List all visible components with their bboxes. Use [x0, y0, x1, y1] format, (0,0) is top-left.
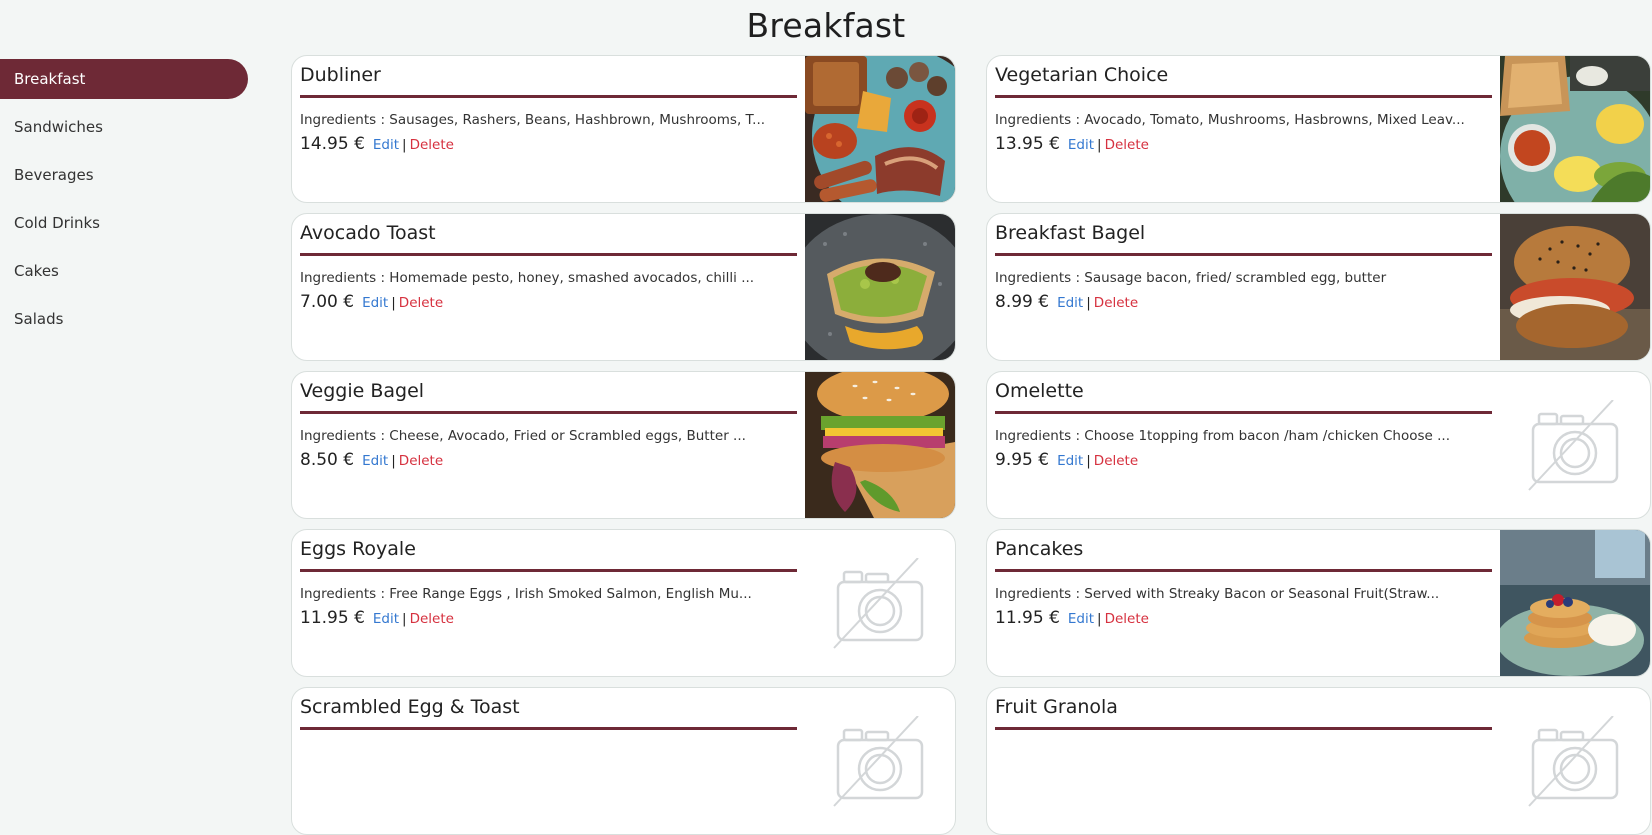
menu-item-price: 8.99 € [995, 292, 1050, 312]
action-separator: | [391, 453, 396, 469]
edit-link[interactable]: Edit [373, 137, 399, 153]
menu-item-price: 11.95 € [300, 608, 365, 628]
edit-link[interactable]: Edit [1068, 611, 1094, 627]
veggie-bagel-photo [805, 372, 955, 518]
menu-item-price: 11.95 € [995, 608, 1060, 628]
menu-item-price: 13.95 € [995, 134, 1060, 154]
no-image-icon [833, 558, 924, 649]
menu-item-card-pancakes[interactable]: Pancakes Ingredients : Served with Strea… [986, 529, 1651, 677]
menu-item-name: Eggs Royale [300, 538, 416, 560]
menu-item-price: 7.00 € [300, 292, 355, 312]
menu-item-name: Scrambled Egg & Toast [300, 696, 520, 718]
price-row: 11.95 € Edit | Delete [300, 608, 454, 628]
title-divider [300, 727, 797, 730]
edit-link[interactable]: Edit [373, 611, 399, 627]
action-separator: | [1097, 137, 1102, 153]
price-row: 11.95 € Edit | Delete [995, 608, 1149, 628]
action-separator: | [1086, 295, 1091, 311]
price-row: 8.50 € Edit | Delete [300, 450, 443, 470]
menu-item-ingredients: Ingredients : Cheese, Avocado, Fried or … [300, 428, 746, 444]
delete-link[interactable]: Delete [1094, 453, 1138, 469]
menu-item-name: Dubliner [300, 64, 381, 86]
title-divider [995, 95, 1492, 98]
menu-item-name: Avocado Toast [300, 222, 436, 244]
sidebar-item-sandwiches[interactable]: Sandwiches [0, 107, 248, 147]
menu-item-card-dubliner[interactable]: Dubliner Ingredients : Sausages, Rashers… [291, 55, 956, 203]
menu-item-ingredients: Ingredients : Free Range Eggs , Irish Sm… [300, 586, 752, 602]
price-row: 14.95 € Edit | Delete [300, 134, 454, 154]
delete-link[interactable]: Delete [1105, 611, 1149, 627]
delete-link[interactable]: Delete [410, 137, 454, 153]
menu-item-card-avocado-toast[interactable]: Avocado Toast Ingredients : Homemade pes… [291, 213, 956, 361]
edit-link[interactable]: Edit [362, 295, 388, 311]
menu-item-ingredients: Ingredients : Homemade pesto, honey, sma… [300, 270, 755, 286]
no-image-icon [1528, 716, 1619, 807]
menu-item-name: Breakfast Bagel [995, 222, 1146, 244]
menu-item-card-omelette[interactable]: Omelette Ingredients : Choose 1topping f… [986, 371, 1651, 519]
sidebar-item-salads[interactable]: Salads [0, 299, 248, 339]
delete-link[interactable]: Delete [399, 453, 443, 469]
action-separator: | [391, 295, 396, 311]
price-row: 13.95 € Edit | Delete [995, 134, 1149, 154]
menu-item-name: Fruit Granola [995, 696, 1118, 718]
title-divider [300, 253, 797, 256]
menu-item-name: Pancakes [995, 538, 1084, 560]
delete-link[interactable]: Delete [1105, 137, 1149, 153]
price-row: 8.99 € Edit | Delete [995, 292, 1138, 312]
title-divider [995, 569, 1492, 572]
menu-item-card-veggie-bagel[interactable]: Veggie Bagel Ingredients : Cheese, Avoca… [291, 371, 956, 519]
sidebar-item-breakfast[interactable]: Breakfast [0, 59, 248, 99]
edit-link[interactable]: Edit [362, 453, 388, 469]
menu-item-ingredients: Ingredients : Sausages, Rashers, Beans, … [300, 112, 766, 128]
menu-item-price: 14.95 € [300, 134, 365, 154]
action-separator: | [1086, 453, 1091, 469]
sidebar-item-beverages[interactable]: Beverages [0, 155, 248, 195]
menu-item-card-fruit-granola[interactable]: Fruit Granola [986, 687, 1651, 835]
price-row: 7.00 € Edit | Delete [300, 292, 443, 312]
title-divider [300, 95, 797, 98]
title-divider [300, 569, 797, 572]
avocado-toast-photo [805, 214, 955, 360]
menu-item-name: Veggie Bagel [300, 380, 425, 402]
pancakes-photo [1500, 530, 1650, 676]
action-separator: | [1097, 611, 1102, 627]
full-irish-breakfast-photo [805, 56, 955, 202]
menu-item-ingredients: Ingredients : Choose 1topping from bacon… [995, 428, 1450, 444]
title-divider [300, 411, 797, 414]
sidebar-item-cakes[interactable]: Cakes [0, 251, 248, 291]
no-image-icon [1528, 400, 1619, 491]
delete-link[interactable]: Delete [399, 295, 443, 311]
vegetarian-breakfast-photo [1500, 56, 1650, 202]
title-divider [995, 411, 1492, 414]
category-sidebar: Breakfast Sandwiches Beverages Cold Drin… [0, 59, 248, 347]
menu-item-price: 9.95 € [995, 450, 1050, 470]
menu-item-card-scrambled-egg-and-toast[interactable]: Scrambled Egg & Toast [291, 687, 956, 835]
edit-link[interactable]: Edit [1057, 453, 1083, 469]
menu-item-ingredients: Ingredients : Avocado, Tomato, Mushrooms… [995, 112, 1465, 128]
menu-item-card-eggs-royale[interactable]: Eggs Royale Ingredients : Free Range Egg… [291, 529, 956, 677]
page-title: Breakfast [746, 6, 906, 45]
menu-item-ingredients: Ingredients : Served with Streaky Bacon … [995, 586, 1440, 602]
menu-item-ingredients: Ingredients : Sausage bacon, fried/ scra… [995, 270, 1387, 286]
menu-item-name: Vegetarian Choice [995, 64, 1169, 86]
title-divider [995, 253, 1492, 256]
menu-item-price: 8.50 € [300, 450, 355, 470]
no-image-icon [833, 716, 924, 807]
sidebar-item-cold-drinks[interactable]: Cold Drinks [0, 203, 248, 243]
title-divider [995, 727, 1492, 730]
menu-item-card-vegetarian-choice[interactable]: Vegetarian Choice Ingredients : Avocado,… [986, 55, 1651, 203]
action-separator: | [402, 611, 407, 627]
delete-link[interactable]: Delete [410, 611, 454, 627]
breakfast-bagel-photo [1500, 214, 1650, 360]
action-separator: | [402, 137, 407, 153]
menu-item-card-breakfast-bagel[interactable]: Breakfast Bagel Ingredients : Sausage ba… [986, 213, 1651, 361]
edit-link[interactable]: Edit [1057, 295, 1083, 311]
delete-link[interactable]: Delete [1094, 295, 1138, 311]
price-row: 9.95 € Edit | Delete [995, 450, 1138, 470]
menu-items-grid: Dubliner Ingredients : Sausages, Rashers… [291, 55, 1651, 835]
edit-link[interactable]: Edit [1068, 137, 1094, 153]
menu-item-name: Omelette [995, 380, 1084, 402]
